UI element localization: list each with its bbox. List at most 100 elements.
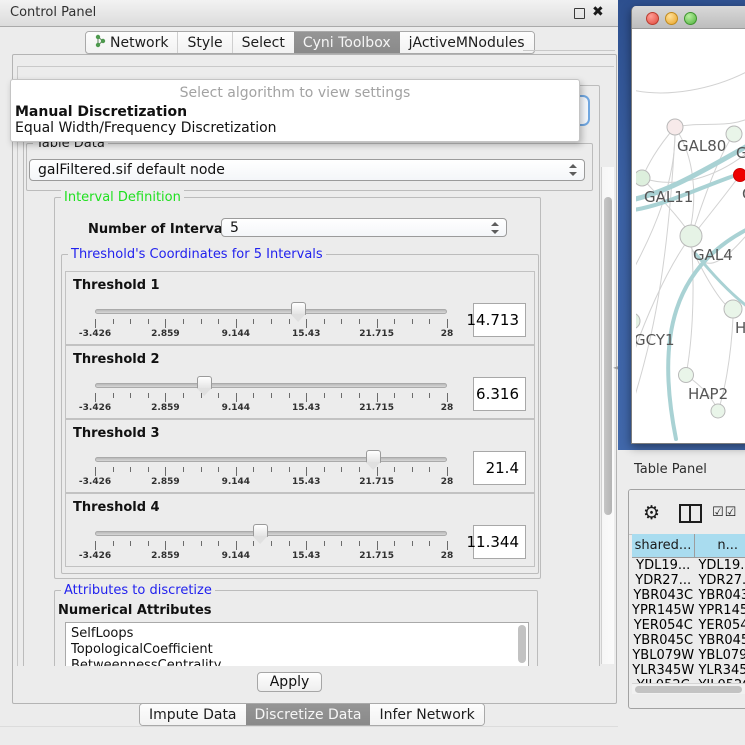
- tab-style[interactable]: Style: [177, 32, 231, 53]
- slider-tick-label: 9.144: [222, 551, 250, 561]
- zoom-button[interactable]: [684, 12, 697, 25]
- table-cell[interactable]: YLR345W: [694, 663, 745, 678]
- slider-thumb[interactable]: [366, 450, 381, 463]
- chevron-updown-icon[interactable]: [491, 221, 499, 235]
- network-canvas[interactable]: GAL80GALCGAL11GAL4GCY1HHAP2: [636, 29, 745, 442]
- slider-thumb[interactable]: [197, 376, 212, 389]
- slider-minor-tick: [218, 319, 219, 324]
- network-node[interactable]: [734, 169, 745, 182]
- columns-icon[interactable]: [679, 504, 702, 523]
- list-item[interactable]: SelfLoops: [71, 626, 133, 641]
- tab-infer-network[interactable]: Infer Network: [370, 704, 483, 725]
- table-cell[interactable]: YER054C: [632, 618, 694, 633]
- table-cell[interactable]: YDR27...: [632, 573, 694, 588]
- network-node[interactable]: [667, 119, 683, 135]
- chevron-updown-icon[interactable]: [569, 163, 577, 177]
- table-cell[interactable]: YBL079W: [694, 648, 745, 663]
- tab-jactivemnodules[interactable]: jActiveMNodules: [400, 32, 534, 53]
- table-data-combobox[interactable]: galFiltered.sif default node: [29, 159, 585, 181]
- table-row[interactable]: YDR27...YDR27...: [632, 573, 745, 588]
- network-node[interactable]: [636, 170, 650, 186]
- slider-thumb[interactable]: [253, 524, 268, 537]
- table-cell[interactable]: YBR043C: [632, 588, 694, 603]
- table-cell[interactable]: YBR045C: [694, 633, 745, 648]
- table-row[interactable]: YBL079WYBL079W: [632, 648, 745, 663]
- network-node[interactable]: [680, 225, 702, 247]
- algorithm-dropdown-popup[interactable]: Select algorithm to view settings Manual…: [10, 79, 580, 142]
- table-cell[interactable]: YDL19...: [632, 558, 694, 574]
- tab-select[interactable]: Select: [232, 32, 294, 53]
- apply-button[interactable]: Apply: [257, 672, 322, 692]
- scrollbar-thumb[interactable]: [635, 686, 742, 693]
- slider-minor-tick: [412, 393, 413, 398]
- table-row[interactable]: YER054CYER054C: [632, 618, 745, 633]
- close-icon[interactable]: ✖: [592, 3, 604, 21]
- slider-minor-tick: [359, 393, 360, 398]
- tab-discretize-data[interactable]: Discretize Data: [246, 704, 371, 725]
- table-row[interactable]: YPR145WYPR145W: [632, 603, 745, 618]
- slider-track[interactable]: [95, 309, 447, 314]
- tab-cyni-toolbox[interactable]: Cyni Toolbox: [294, 32, 400, 53]
- slider-minor-tick: [341, 541, 342, 546]
- table-row[interactable]: YBR043CYBR043C: [632, 588, 745, 603]
- dropdown-item-manual-discretization[interactable]: Manual Discretization: [15, 104, 187, 120]
- slider-minor-tick: [324, 319, 325, 324]
- list-scrollbar-thumb[interactable]: [518, 625, 526, 663]
- threshold-value-field[interactable]: 11.344: [473, 525, 526, 559]
- network-node[interactable]: [636, 313, 640, 329]
- slider-major-tick: [306, 319, 307, 328]
- table-cell[interactable]: YBR045C: [632, 633, 694, 648]
- table-cell[interactable]: YLR345W: [632, 663, 694, 678]
- table-cell[interactable]: YPR145W: [632, 603, 694, 618]
- select-all-columns-icon[interactable]: ☑☑: [712, 505, 737, 520]
- threshold-value-field[interactable]: 6.316: [473, 377, 526, 411]
- node-table[interactable]: shared... n... YDL19...YDL19...YDR27...Y…: [632, 534, 745, 683]
- table-cell[interactable]: YER054C: [694, 618, 745, 633]
- threshold-slider[interactable]: -3.4262.8599.14415.4321.71528: [95, 376, 447, 416]
- close-button[interactable]: [646, 12, 659, 25]
- table-horizontal-scrollbar[interactable]: [632, 683, 745, 694]
- list-item[interactable]: BetweennessCentrality: [71, 658, 221, 666]
- tab-impute-data[interactable]: Impute Data: [140, 704, 246, 725]
- table-cell[interactable]: YPR145W: [694, 603, 745, 618]
- table-cell[interactable]: YBL079W: [632, 648, 694, 663]
- threshold-slider[interactable]: -3.4262.8599.14415.4321.71528: [95, 524, 447, 564]
- slider-major-tick: [95, 319, 96, 328]
- gear-icon[interactable]: ⚙: [643, 503, 660, 523]
- table-row[interactable]: YDL19...YDL19...: [632, 558, 745, 574]
- table-row[interactable]: YLR345WYLR345W: [632, 663, 745, 678]
- network-node[interactable]: [679, 368, 694, 383]
- dropdown-item-equal-width-frequency[interactable]: Equal Width/Frequency Discretization: [15, 120, 277, 136]
- table-row[interactable]: YBR045CYBR045C: [632, 633, 745, 648]
- slider-track[interactable]: [95, 457, 447, 462]
- tab-network[interactable]: Network: [86, 32, 177, 53]
- scrollbar-thumb[interactable]: [604, 197, 612, 515]
- column-header-name[interactable]: n...: [694, 534, 745, 558]
- network-node[interactable]: [711, 404, 725, 418]
- numerical-attributes-list[interactable]: SelfLoopsTopologicalCoefficientBetweenne…: [65, 622, 529, 666]
- number-of-intervals-spinner[interactable]: 5: [221, 218, 507, 237]
- table-cell[interactable]: YDL19...: [694, 558, 745, 574]
- slider-major-tick: [236, 319, 237, 328]
- vertical-scrollbar[interactable]: [601, 167, 614, 664]
- minimize-button[interactable]: [665, 12, 678, 25]
- slider-track[interactable]: [95, 383, 447, 388]
- slider-minor-tick: [429, 393, 430, 398]
- threshold-slider[interactable]: -3.4262.8599.14415.4321.71528: [95, 302, 447, 342]
- threshold-value-field[interactable]: 14.713: [473, 303, 526, 337]
- list-item[interactable]: TopologicalCoefficient: [71, 642, 213, 657]
- slider-minor-tick: [324, 393, 325, 398]
- slider-track[interactable]: [95, 531, 447, 536]
- threshold-slider[interactable]: -3.4262.8599.14415.4321.71528: [95, 450, 447, 490]
- slider-thumb[interactable]: [291, 302, 306, 315]
- column-header-shared-name[interactable]: shared...: [632, 534, 694, 558]
- network-node[interactable]: [726, 126, 742, 142]
- slider-tick-label: 28: [441, 329, 454, 339]
- table-cell[interactable]: YDR27...: [694, 573, 745, 588]
- network-node[interactable]: [724, 300, 742, 318]
- slider-tick-label: 21.715: [359, 403, 394, 413]
- table-cell[interactable]: YBR043C: [694, 588, 745, 603]
- maximize-icon[interactable]: [574, 8, 585, 19]
- threshold-value-field[interactable]: 21.4: [473, 451, 526, 485]
- control-panel-tabs: Network Style Select Cyni Toolbox jActiv…: [85, 31, 535, 54]
